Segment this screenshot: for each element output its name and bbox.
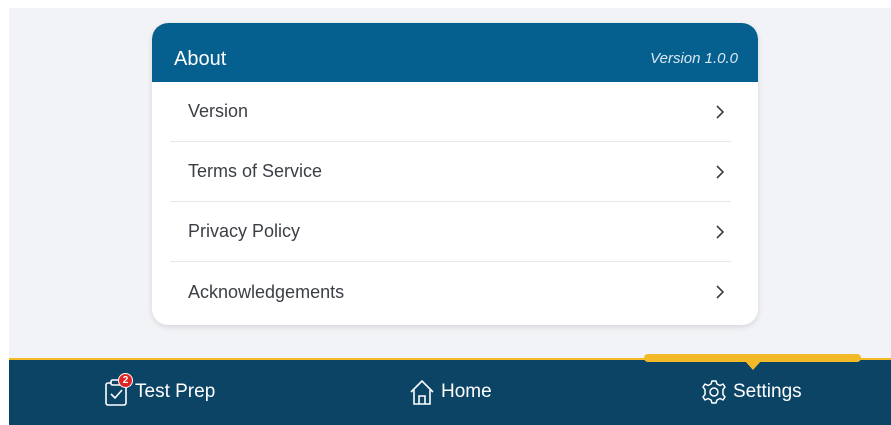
clipboard-check-icon: 2 [103,373,133,406]
about-card-header: About Version 1.0.0 [152,23,758,82]
gear-icon [701,378,727,406]
about-card: About Version 1.0.0 Version Terms of Ser… [152,23,758,325]
active-tab-notch [744,360,762,370]
chevron-right-icon [713,164,727,179]
app-viewport: About Version 1.0.0 Version Terms of Ser… [0,0,891,425]
content-area: About Version 1.0.0 Version Terms of Ser… [9,8,891,358]
tab-label: Home [441,381,492,402]
list-item-label: Privacy Policy [188,221,301,241]
tab-settings[interactable]: Settings [701,378,802,406]
tab-home[interactable]: Home [409,378,492,406]
chevron-right-icon [713,104,727,119]
chevron-right-icon [713,224,727,239]
list-item-label: Terms of Service [188,161,323,181]
about-list: Version Terms of Service Privacy Policy [170,82,731,322]
tab-test-prep[interactable]: 2 Test Prep [103,373,216,406]
list-item-acknowledgements[interactable]: Acknowledgements [170,262,731,322]
tab-label: Test Prep [135,381,216,402]
tab-label: Settings [733,381,802,402]
about-title: About [174,48,227,70]
version-label: Version 1.0.0 [650,50,738,67]
list-item-privacy-policy[interactable]: Privacy Policy [170,202,731,262]
list-item-terms-of-service[interactable]: Terms of Service [170,142,731,202]
notification-badge: 2 [118,373,133,388]
list-item-label: Version [188,101,249,121]
list-item-version[interactable]: Version [170,82,731,142]
list-item-label: Acknowledgements [188,281,345,302]
home-icon [409,378,435,406]
chevron-right-icon [713,285,727,299]
